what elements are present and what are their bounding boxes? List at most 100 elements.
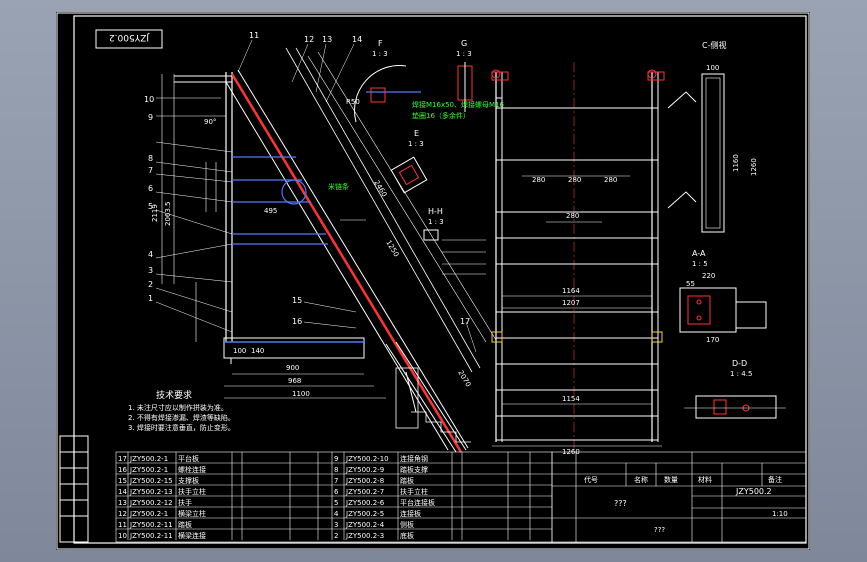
bom-code: JZY500.2-11 [129, 521, 173, 529]
detail-view-h: H-H 1 : 3 [423, 207, 486, 275]
bom-no: 14 [118, 488, 127, 496]
sheet-outer-border [56, 12, 810, 550]
callout-17: 17 [460, 317, 470, 326]
engineering-drawing: JZY500.2 1 2 3 4 5 6 7 8 9 10 11 12 13 1… [56, 12, 810, 550]
tech-req-line-3: 3. 焊接时要注意垂直，防止变形。 [128, 423, 235, 432]
bom-name: 支撑板 [178, 476, 199, 485]
dim-280-b: 280 [568, 176, 581, 184]
bom-no: 16 [118, 466, 127, 474]
sheet-inner-border [73, 15, 807, 544]
code-box-text: JZY500.2 [109, 32, 150, 42]
section-d-d: D-D 1 : 4.5 [684, 359, 786, 419]
dim-900: 900 [286, 364, 299, 372]
side-c-label: C-侧视 [702, 40, 726, 50]
bom-name: 踏板支撑 [400, 465, 428, 474]
weld-note-2: 垫圈16（多余件） [412, 111, 470, 120]
section-a-a: A-A 1 : 5 220 170 55 [679, 249, 767, 344]
bom-code: JZY500.2-8 [345, 477, 384, 485]
dim-280-d: 280 [566, 212, 579, 220]
technical-requirements: 技术要求 1. 未注尺寸应以制作拼装为准。 2. 不得有焊接渗漏、焊渣等缺陷。 … [128, 389, 235, 432]
tb-drawing-no: JZY500.2 [735, 487, 772, 496]
dim-r50: R50 [346, 98, 360, 106]
dim-1207: 1207 [562, 299, 580, 307]
bom-code: JZY500.2-7 [345, 488, 384, 496]
detail-f-scale: 1 : 3 [372, 50, 388, 58]
callout-13: 13 [322, 35, 332, 44]
bom-name: 平台连接板 [400, 498, 435, 507]
green-note: 米链条 [328, 182, 349, 191]
bom-name: 扶手立柱 [400, 487, 428, 496]
detail-view-g: G 1 : 3 焊接M16x50、焊接螺母M16 垫圈16（多余件） [412, 39, 504, 120]
bom-no: 17 [118, 455, 127, 463]
bom-name: 侧板 [400, 520, 414, 529]
dim-2063: 2063.5 [164, 202, 172, 227]
detail-view-f: F 1 : 3 R50 [346, 39, 421, 123]
tb-header-material: 材料 [698, 475, 712, 484]
bom-no: 3 [334, 521, 338, 529]
tb-product-name: ??? [614, 499, 627, 508]
detail-g-scale: 1 : 3 [456, 50, 472, 58]
bom-no: 7 [334, 477, 338, 485]
callout-15: 15 [292, 296, 302, 305]
dim-220: 220 [702, 272, 715, 280]
callout-3: 3 [148, 266, 153, 275]
callout-12: 12 [304, 35, 314, 44]
callout-6: 6 [148, 184, 153, 193]
title-block-text: 代号 名称 数量 材料 备注 JZY500.2 1:10 ??? ??? [584, 475, 788, 534]
detail-h-label: H-H [428, 207, 443, 216]
bom-name: 扶手立柱 [178, 487, 206, 496]
bom-name: 踏板 [400, 476, 414, 485]
callout-2: 2 [148, 280, 153, 289]
dim-1250: 1250 [384, 239, 400, 258]
bom-code: JZY500.2-3 [345, 532, 384, 540]
callout-11: 11 [249, 31, 259, 40]
dim-1160: 1160 [732, 154, 740, 172]
bom-code: JZY500.2-4 [345, 521, 385, 529]
bom-name: 横梁立柱 [178, 509, 206, 518]
tb-header-remark: 备注 [768, 475, 782, 484]
detail-g-label: G [461, 39, 467, 48]
dim-495: 495 [264, 207, 277, 215]
dim-1154: 1154 [562, 395, 580, 403]
callout-16: 16 [292, 317, 302, 326]
tb-header-name: 名称 [634, 475, 648, 484]
front-view [491, 62, 665, 452]
bom-no: 2 [334, 532, 338, 540]
section-d-label: D-D [732, 359, 747, 368]
detail-h-scale: 1 : 3 [428, 218, 444, 226]
bom-no: 10 [118, 532, 127, 540]
bom-code: JZY500.2-1 [129, 466, 168, 474]
bom-code: JZY500.2-12 [129, 499, 173, 507]
bom-left-rows: 17 JZY500.2-1 平台板 16 JZY500.2-1 螺栓连接 15 … [118, 454, 206, 540]
detail-view-e: E 1 : 3 [390, 129, 428, 194]
dim-140: 140 [251, 347, 264, 355]
callout-7: 7 [148, 166, 153, 175]
bom-mid-rows: 9 JZY500.2-10 连接角钢 8 JZY500.2-9 踏板支撑 7 J… [334, 454, 435, 540]
dim-968: 968 [288, 377, 301, 385]
callout-10: 10 [144, 95, 154, 104]
callout-1: 1 [148, 294, 153, 303]
bom-no: 15 [118, 477, 127, 485]
callout-14: 14 [352, 35, 362, 44]
bom-code: JZY500.2-15 [129, 477, 173, 485]
bom-name: 连接角钢 [400, 454, 428, 463]
bom-code: JZY500.2-10 [345, 455, 389, 463]
side-view-c: C-侧视 100 1160 1260 [667, 40, 758, 233]
tb-header-qty: 数量 [664, 475, 678, 484]
bom-no: 11 [118, 521, 127, 529]
detail-e-label: E [414, 129, 419, 138]
bom-name: 横梁连接 [178, 531, 206, 540]
bom-name: 连接板 [400, 509, 421, 518]
bom-name: 踏板 [178, 520, 192, 529]
tb-sheet: ??? [654, 526, 665, 534]
bom-code: JZY500.2-1 [129, 510, 168, 518]
title-block [551, 451, 807, 543]
bom-name: 螺栓连接 [178, 465, 206, 474]
dim-2460: 2460 [372, 179, 388, 198]
dim-170: 170 [706, 336, 719, 344]
tb-scale: 1:10 [772, 510, 788, 518]
weld-note-1: 焊接M16x50、焊接螺母M16 [412, 100, 504, 109]
detail-e-scale: 1 : 3 [408, 140, 424, 148]
callout-4: 4 [148, 250, 153, 259]
dim-2119: 2119 [151, 204, 159, 222]
